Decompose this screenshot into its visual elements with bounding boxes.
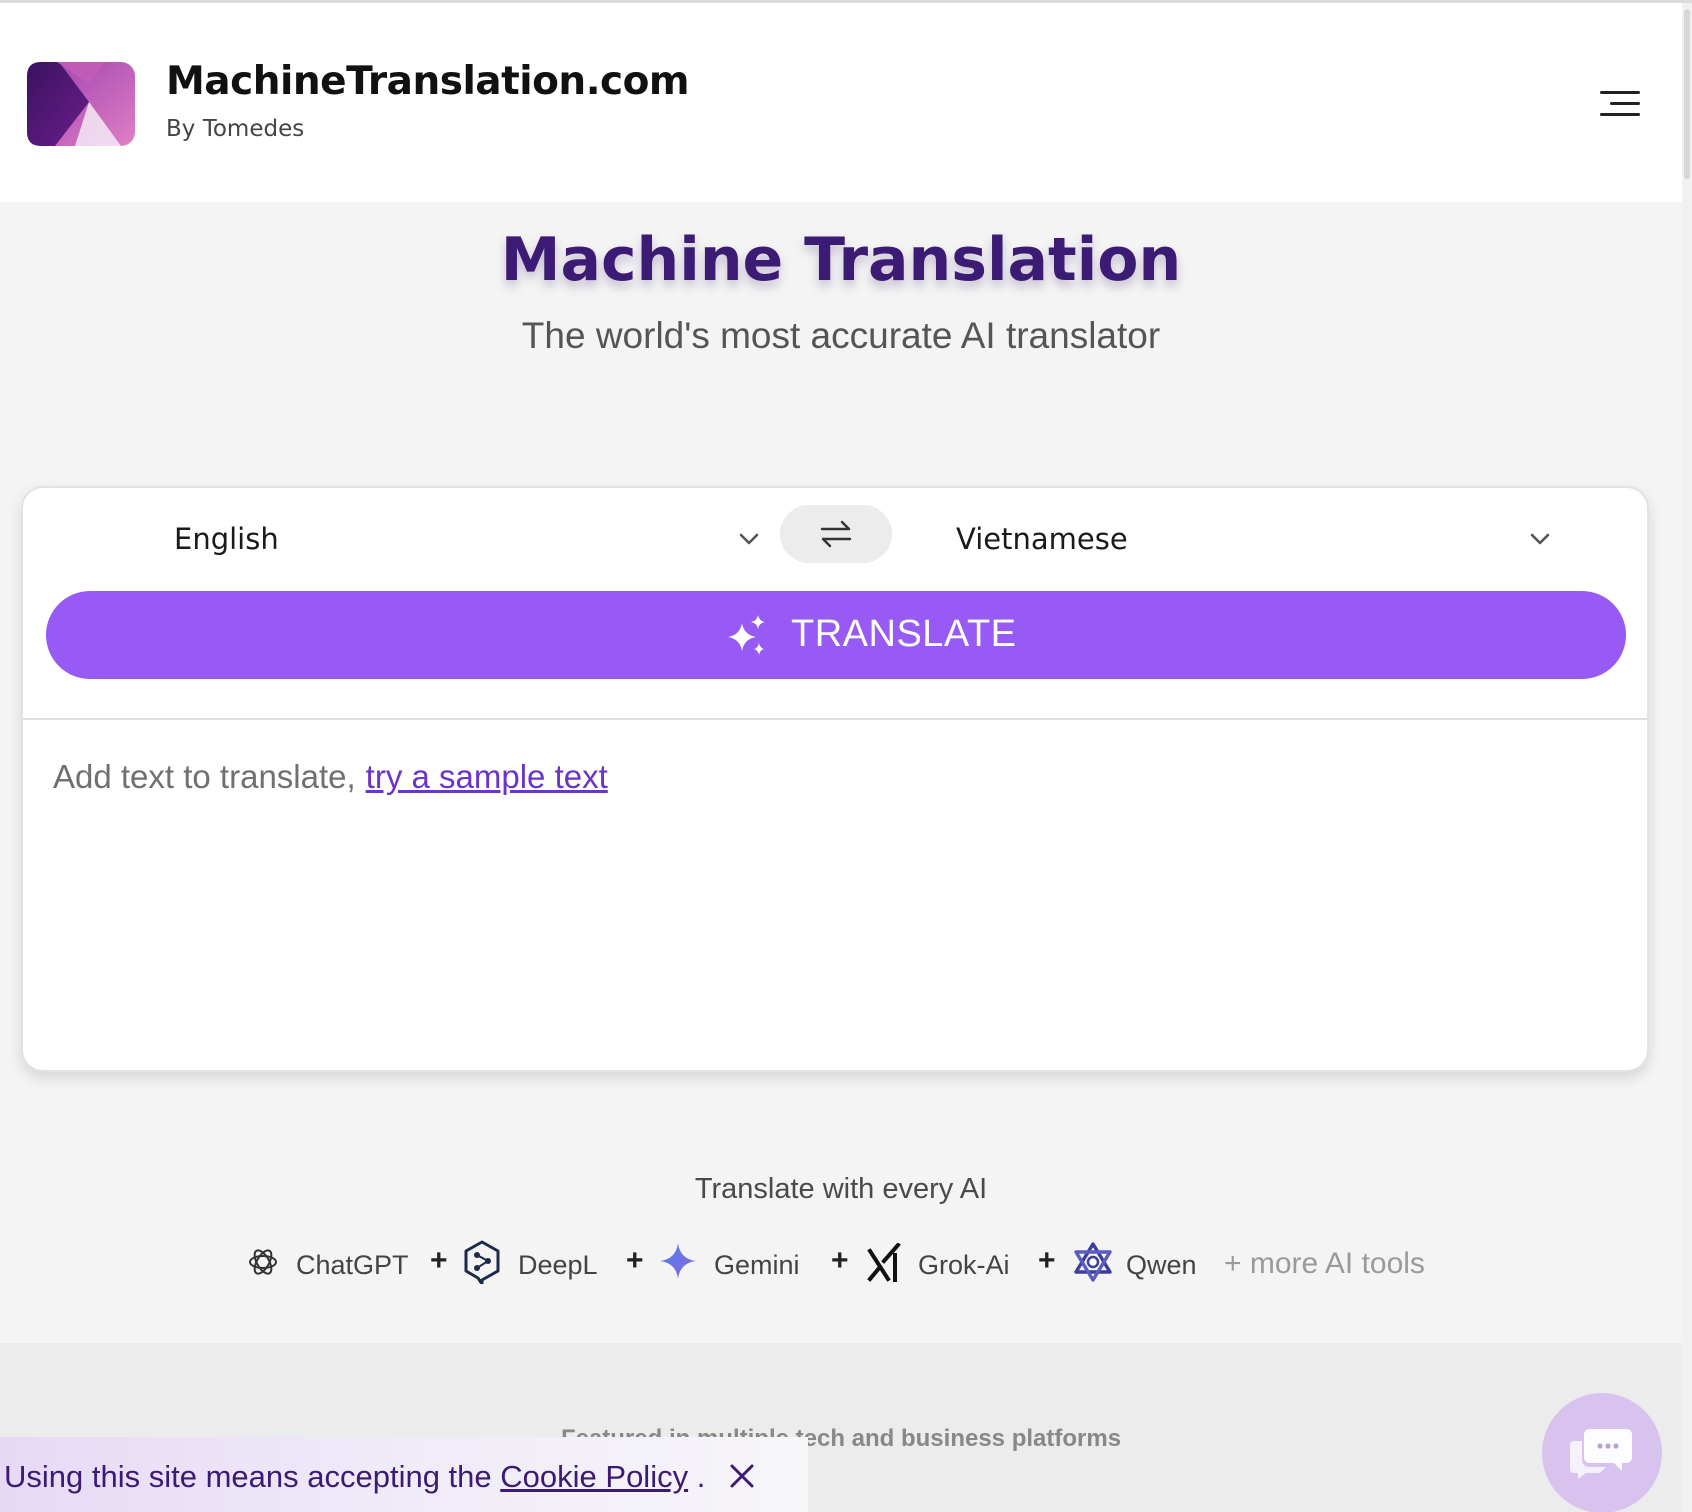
cookie-banner: Using this site means accepting the Cook… bbox=[0, 1437, 808, 1512]
close-icon[interactable] bbox=[726, 1460, 758, 1492]
target-language-select[interactable]: Vietnamese bbox=[935, 516, 1555, 566]
divider bbox=[23, 718, 1647, 720]
translate-button-label: TRANSLATE bbox=[791, 613, 1017, 655]
deepl-icon bbox=[464, 1240, 500, 1284]
target-language-label: Vietnamese bbox=[956, 522, 1128, 556]
ai-section-heading: Translate with every AI bbox=[694, 1173, 988, 1205]
chevron-down-icon bbox=[739, 533, 759, 545]
machinetranslation-logo-icon[interactable] bbox=[27, 62, 135, 146]
gemini-icon bbox=[660, 1243, 696, 1279]
ai-tool-qwen[interactable]: Qwen bbox=[1074, 1240, 1199, 1290]
ai-tool-name: ChatGPT bbox=[296, 1250, 409, 1280]
cookie-policy-link[interactable]: Cookie Policy bbox=[500, 1459, 688, 1494]
sparkles-icon bbox=[728, 615, 765, 655]
scrollbar-thumb[interactable] bbox=[1684, 9, 1690, 179]
chat-bubble-icon bbox=[1570, 1429, 1632, 1479]
brand-byline: By Tomedes bbox=[166, 116, 305, 142]
ai-tool-name: DeepL bbox=[518, 1250, 598, 1280]
grok-icon bbox=[867, 1243, 901, 1282]
cookie-suffix: . bbox=[696, 1459, 706, 1494]
plus-separator: + bbox=[430, 1244, 448, 1277]
brand-name[interactable]: MachineTranslation.com bbox=[166, 59, 690, 104]
cookie-prefix: Using this site means accepting the bbox=[4, 1459, 492, 1494]
translator-card: English Vietnamese TRANSLATE Add text to… bbox=[21, 486, 1649, 1072]
source-language-select[interactable]: English bbox=[153, 516, 773, 566]
scrollbar[interactable] bbox=[1682, 3, 1692, 1512]
chatgpt-icon bbox=[249, 1249, 277, 1275]
ai-tool-chatgpt[interactable]: ChatGPT bbox=[246, 1240, 409, 1290]
ai-tool-name: Gemini bbox=[714, 1250, 800, 1280]
swap-languages-button[interactable] bbox=[780, 505, 892, 563]
ai-tool-name: Grok-Ai bbox=[918, 1250, 1010, 1280]
source-text-placeholder: Add text to translate, bbox=[53, 758, 356, 795]
translate-button[interactable]: TRANSLATE bbox=[46, 591, 1626, 679]
ai-tool-deepl[interactable]: DeepL bbox=[463, 1240, 598, 1290]
page-subtitle: The world's most accurate AI translator bbox=[521, 315, 1161, 356]
plus-separator: + bbox=[626, 1244, 644, 1277]
source-language-label: English bbox=[174, 522, 279, 556]
source-text-input[interactable]: Add text to translate, try a sample text bbox=[53, 758, 1613, 1048]
cookie-message: Using this site means accepting the Cook… bbox=[4, 1459, 705, 1495]
ai-tool-name: Qwen bbox=[1126, 1250, 1197, 1280]
page-title: Machine Translation bbox=[500, 225, 1182, 295]
qwen-icon bbox=[1074, 1242, 1112, 1282]
swap-arrows-icon bbox=[820, 520, 852, 548]
site-header: MachineTranslation.com By Tomedes bbox=[0, 3, 1682, 202]
plus-separator: + bbox=[1038, 1244, 1056, 1277]
ai-tool-gemini[interactable]: Gemini bbox=[660, 1240, 800, 1290]
chevron-down-icon bbox=[1530, 533, 1550, 545]
hamburger-menu-icon[interactable] bbox=[1592, 83, 1640, 123]
try-sample-text-link[interactable]: try a sample text bbox=[366, 758, 608, 795]
chat-button[interactable] bbox=[1542, 1393, 1662, 1512]
ai-tool-grok[interactable]: Grok-Ai bbox=[866, 1240, 1011, 1290]
plus-separator: + bbox=[831, 1244, 849, 1277]
more-ai-tools-link[interactable]: + more AI tools bbox=[1224, 1247, 1425, 1281]
